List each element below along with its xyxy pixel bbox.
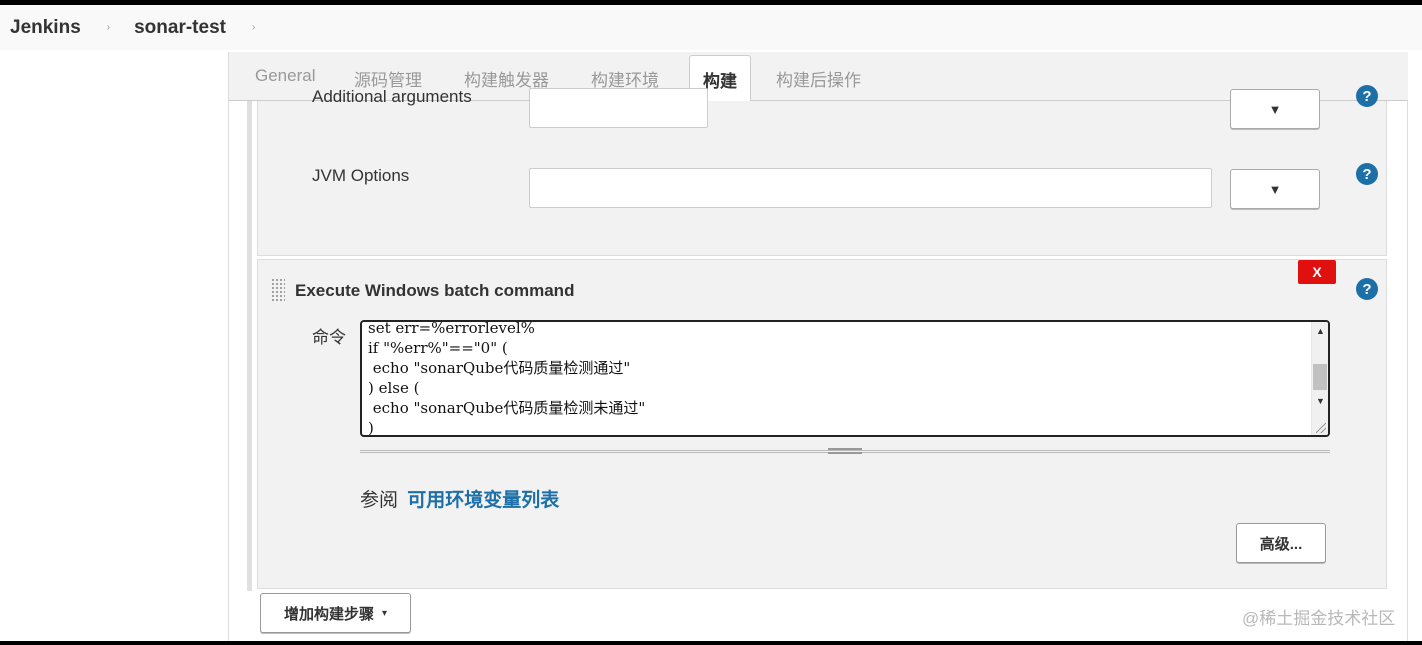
delete-icon[interactable]: X <box>1298 260 1336 284</box>
see-also: 参阅 可用环境变量列表 <box>360 485 559 512</box>
additional-arguments-input[interactable] <box>529 88 708 128</box>
caret-down-icon: ▾ <box>381 607 388 619</box>
breadcrumb-separator-icon[interactable]: › <box>107 22 110 33</box>
command-label: 命令 <box>312 328 346 347</box>
breadcrumb-job[interactable]: sonar-test <box>134 17 226 39</box>
scroll-thumb[interactable] <box>1313 364 1327 390</box>
watermark: @稀土掘金技术社区 <box>1242 609 1396 628</box>
dropdown-arrow-icon: ▼ <box>1268 181 1282 197</box>
see-also-prefix: 参阅 <box>360 490 399 511</box>
breadcrumb-jenkins[interactable]: Jenkins <box>10 17 81 39</box>
advanced-button[interactable]: 高级... <box>1236 523 1326 563</box>
batch-command-section: Execute Windows batch command X ? 命令 set… <box>257 259 1387 589</box>
jvm-options-dropdown[interactable]: ▼ <box>1230 169 1320 209</box>
resize-corner-icon[interactable] <box>1316 423 1326 433</box>
additional-arguments-label: Additional arguments <box>312 87 472 106</box>
jvm-options-input[interactable] <box>529 168 1212 208</box>
command-text[interactable]: set err=%errorlevel% if "%err%"=="0" ( e… <box>368 322 645 435</box>
help-icon[interactable]: ? <box>1356 85 1378 107</box>
add-build-step-button[interactable]: 增加构建步骤 ▾ <box>260 593 411 633</box>
section-rail <box>247 101 252 591</box>
scroll-down-icon[interactable]: ▼ <box>1316 396 1325 406</box>
resize-handle-icon[interactable] <box>828 448 862 454</box>
tab-post-build-actions[interactable]: 构建后操作 <box>776 66 861 91</box>
breadcrumb: Jenkins › sonar-test › <box>0 5 1422 50</box>
env-vars-link[interactable]: 可用环境变量列表 <box>407 490 559 511</box>
scroll-up-icon[interactable]: ▲ <box>1316 326 1325 336</box>
additional-arguments-dropdown[interactable]: ▼ <box>1230 89 1320 129</box>
window-bottom-edge <box>0 641 1422 645</box>
help-icon[interactable]: ? <box>1356 163 1378 185</box>
config-content: Additional arguments ▼ ? JVM Options ▼ ?… <box>228 85 1408 641</box>
sonar-scanner-section: Additional arguments ▼ ? JVM Options ▼ ? <box>257 85 1387 256</box>
drag-grip-icon[interactable] <box>271 278 285 302</box>
add-build-step-label: 增加构建步骤 <box>283 605 374 623</box>
breadcrumb-separator-icon[interactable]: › <box>252 22 255 33</box>
tab-general[interactable]: General <box>255 66 315 86</box>
help-icon[interactable]: ? <box>1356 278 1378 300</box>
dropdown-arrow-icon: ▼ <box>1268 101 1282 117</box>
section-title: Execute Windows batch command <box>295 281 575 300</box>
jvm-options-label: JVM Options <box>312 166 410 185</box>
command-textarea[interactable]: set err=%errorlevel% if "%err%"=="0" ( e… <box>360 320 1330 437</box>
textarea-scrollbar[interactable]: ▲ ▼ <box>1311 322 1328 435</box>
